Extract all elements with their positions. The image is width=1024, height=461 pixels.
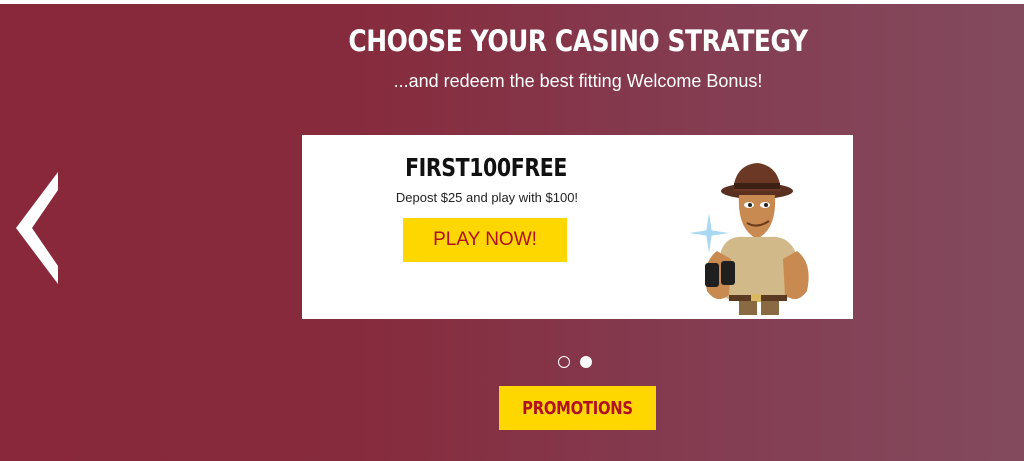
- promo-card: FIRST100FREE Depost $25 and play with $1…: [302, 135, 853, 319]
- carousel-prev-button[interactable]: [12, 170, 64, 286]
- carousel-dot-2[interactable]: [580, 356, 592, 368]
- play-now-button[interactable]: PLAY NOW!: [403, 218, 567, 262]
- carousel-dot-1[interactable]: [558, 356, 570, 368]
- promo-description: Depost $25 and play with $100!: [395, 190, 579, 205]
- carousel-pagination: [558, 355, 602, 369]
- promo-code: FIRST100FREE: [405, 153, 567, 182]
- page-title: CHOOSE YOUR CASINO STRATEGY: [348, 24, 808, 58]
- page-subtitle: ...and redeem the best fitting Welcome B…: [393, 71, 763, 91]
- promotions-button[interactable]: PROMOTIONS: [499, 386, 656, 430]
- explorer-mascot-image: [689, 163, 809, 315]
- promotions-label: PROMOTIONS: [522, 397, 633, 419]
- top-divider: [0, 0, 1024, 4]
- chevron-left-icon: [16, 172, 58, 284]
